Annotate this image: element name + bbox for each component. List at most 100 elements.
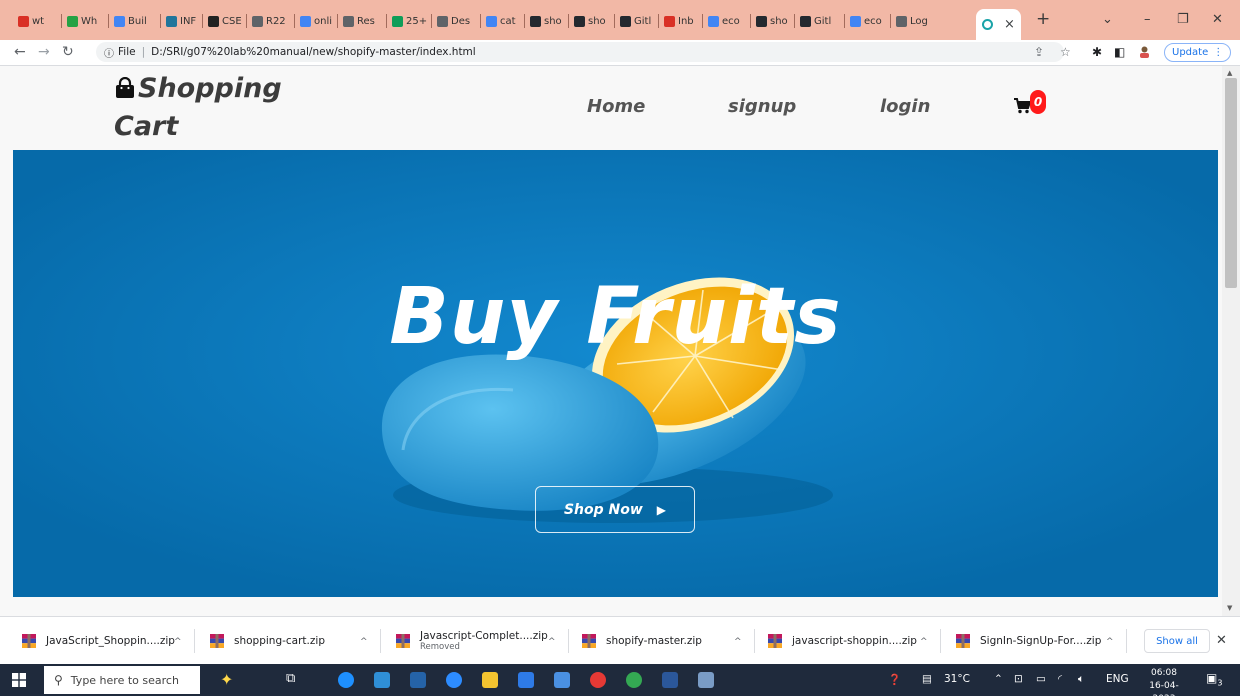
- download-options-chevron-icon[interactable]: ^: [734, 637, 742, 647]
- reload-icon[interactable]: ↻: [62, 44, 74, 60]
- scroll-up-icon[interactable]: ▲: [1227, 69, 1232, 77]
- word-icon[interactable]: [662, 672, 678, 688]
- download-item[interactable]: javascript-shoppin....zip: [768, 626, 917, 656]
- download-item[interactable]: JavaScript_Shoppin....zip: [22, 626, 175, 656]
- cart-button[interactable]: 0: [1014, 90, 1050, 118]
- browser-tab[interactable]: Gitl: [620, 11, 651, 31]
- tab-favicon-icon: [982, 19, 993, 30]
- notification-center-icon[interactable]: ▣3: [1206, 671, 1222, 687]
- forward-icon[interactable]: →: [38, 44, 50, 60]
- task-view-icon[interactable]: ⧉: [286, 671, 295, 686]
- browser-tab[interactable]: Wh: [67, 11, 97, 31]
- store-icon[interactable]: [410, 672, 426, 688]
- kebab-menu-icon: ⋮: [1213, 47, 1224, 58]
- scrollbar-thumb[interactable]: [1225, 78, 1237, 288]
- vscode-icon[interactable]: [518, 672, 534, 688]
- windows-start-icon[interactable]: [12, 673, 26, 687]
- back-icon[interactable]: ←: [14, 44, 26, 60]
- tab-label: eco: [722, 15, 740, 27]
- browser-tab[interactable]: sho: [756, 11, 788, 31]
- weather-icon[interactable]: ▤: [922, 673, 932, 685]
- browser-tab[interactable]: Inb: [664, 11, 694, 31]
- tab-favicon-icon: [850, 15, 861, 27]
- input-language[interactable]: ENG: [1106, 673, 1129, 685]
- close-shelf-icon[interactable]: ✕: [1216, 633, 1227, 648]
- download-text: javascript-shoppin....zip: [792, 635, 917, 647]
- restore-icon[interactable]: ❐: [1177, 12, 1189, 27]
- tab-separator: [431, 14, 432, 28]
- zoom-icon[interactable]: [446, 672, 462, 688]
- browser-tab[interactable]: Gitl: [800, 11, 831, 31]
- volume-icon[interactable]: 🔈︎: [1078, 673, 1084, 686]
- browser-tab[interactable]: eco: [708, 11, 740, 31]
- tab-active[interactable]: ×: [976, 9, 1021, 40]
- browser-tab[interactable]: CSE: [208, 11, 242, 31]
- edge-icon[interactable]: [338, 672, 354, 688]
- file-explorer-icon[interactable]: [482, 672, 498, 688]
- tab-label: CSE: [222, 15, 242, 27]
- clock[interactable]: 06:08 16-04-2023: [1138, 667, 1190, 696]
- share-icon[interactable]: ⇪: [1034, 45, 1044, 59]
- browser-tab[interactable]: Des: [437, 11, 470, 31]
- browser-tab[interactable]: INF: [166, 11, 196, 31]
- browser-tab[interactable]: onli: [300, 11, 332, 31]
- new-tab-button[interactable]: +: [1036, 9, 1050, 29]
- chrome-icon[interactable]: [626, 672, 642, 688]
- opera-icon[interactable]: [590, 672, 606, 688]
- weather-temp[interactable]: 31°C: [944, 673, 970, 685]
- zip-file-icon: [22, 634, 36, 648]
- browser-tab[interactable]: Res: [343, 11, 375, 31]
- shop-now-button[interactable]: Shop Now ▶: [535, 486, 695, 533]
- network-icon[interactable]: ⊡: [1014, 673, 1023, 685]
- download-options-chevron-icon[interactable]: ^: [360, 637, 368, 647]
- browser-tab[interactable]: sho: [574, 11, 606, 31]
- scroll-down-icon[interactable]: ▼: [1227, 604, 1232, 612]
- tab-search-chevron-icon[interactable]: ⌄: [1102, 12, 1113, 27]
- minimize-icon[interactable]: –: [1144, 12, 1151, 27]
- browser-tab[interactable]: 25+: [392, 11, 427, 31]
- download-shelf: JavaScript_Shoppin....zip ^ shopping-cart.…: [0, 616, 1240, 664]
- download-item[interactable]: shopping-cart.zip: [210, 626, 325, 656]
- browser-tab[interactable]: eco: [850, 11, 882, 31]
- bookmark-star-icon[interactable]: ☆: [1060, 45, 1071, 59]
- browser-tab[interactable]: cat: [486, 11, 516, 31]
- info-icon[interactable]: ⓘ: [104, 45, 114, 60]
- url-prefix: File: [118, 46, 136, 58]
- update-button[interactable]: Update ⋮: [1164, 43, 1232, 62]
- notepad-icon[interactable]: [698, 672, 714, 688]
- download-divider: [380, 629, 381, 653]
- tray-chevron-icon[interactable]: ⌃: [994, 673, 1003, 685]
- battery-icon[interactable]: ▭: [1036, 673, 1046, 685]
- search-highlights-icon[interactable]: ✦: [220, 670, 233, 689]
- close-window-icon[interactable]: ✕: [1212, 12, 1223, 27]
- download-options-chevron-icon[interactable]: ^: [548, 637, 556, 647]
- download-item[interactable]: shopify-master.zip: [582, 626, 702, 656]
- tab-close-icon[interactable]: ×: [1004, 17, 1015, 32]
- profile-avatar-icon[interactable]: [1138, 45, 1151, 61]
- show-all-downloads-button[interactable]: Show all: [1144, 629, 1210, 653]
- download-options-chevron-icon[interactable]: ^: [920, 637, 928, 647]
- browser-tab[interactable]: sho: [530, 11, 562, 31]
- nav-signup[interactable]: signup: [728, 96, 796, 117]
- download-item[interactable]: Javascript-Complet....zip Removed: [396, 626, 548, 656]
- download-options-chevron-icon[interactable]: ^: [174, 637, 182, 647]
- browser-tab[interactable]: Buil: [114, 11, 147, 31]
- download-options-chevron-icon[interactable]: ^: [1106, 637, 1114, 647]
- page-scrollbar[interactable]: ▲ ▼: [1222, 66, 1240, 616]
- help-icon[interactable]: ❓: [888, 673, 901, 686]
- dropbox-icon[interactable]: [554, 672, 570, 688]
- side-panel-icon[interactable]: ◧: [1114, 45, 1125, 59]
- nav-home[interactable]: Home: [587, 96, 645, 117]
- wifi-icon[interactable]: ◜: [1058, 673, 1062, 685]
- brand-logo[interactable]: Shopping Cart: [114, 70, 314, 146]
- nav-login[interactable]: login: [880, 96, 930, 117]
- mail-icon[interactable]: [374, 672, 390, 688]
- browser-tab[interactable]: R22: [252, 11, 286, 31]
- browser-tab[interactable]: Log: [896, 11, 928, 31]
- clock-date: 16-04-2023: [1149, 681, 1179, 696]
- browser-tab[interactable]: wt: [18, 11, 44, 31]
- address-bar[interactable]: ⓘ File | D:/SRI/g07%20lab%20manual/new/s…: [96, 42, 1064, 62]
- download-item[interactable]: SignIn-SignUp-For....zip: [956, 626, 1101, 656]
- taskbar-search-input[interactable]: ⚲ Type here to search: [44, 666, 200, 694]
- extensions-icon[interactable]: ✱: [1092, 45, 1102, 59]
